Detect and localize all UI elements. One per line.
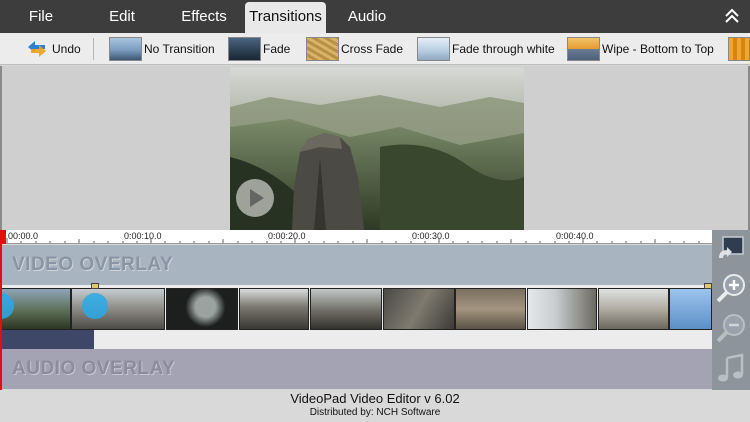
transitions-toolbar: Undo No Transition Fade Cross Fade Fade … xyxy=(0,33,750,65)
menu-edit[interactable]: Edit xyxy=(92,0,152,33)
undo-label: Undo xyxy=(52,42,81,56)
preview-frame-image xyxy=(230,67,524,230)
preview-panel xyxy=(0,66,750,230)
transition-thumbnail xyxy=(567,37,600,61)
playhead-line xyxy=(0,244,2,390)
transition-thumbnail xyxy=(109,37,142,61)
video-overlay-track[interactable]: VIDEO OVERLAY xyxy=(0,245,712,285)
transition-no-transition[interactable]: No Transition xyxy=(109,33,215,65)
menu-effects[interactable]: Effects xyxy=(170,0,238,33)
transition-thumbnail xyxy=(728,37,750,61)
audio-clip-strip[interactable] xyxy=(0,330,94,349)
video-clip[interactable] xyxy=(455,288,526,330)
toolbar-divider xyxy=(93,38,94,60)
video-clip[interactable] xyxy=(166,288,238,330)
transition-thumbnail xyxy=(417,37,450,61)
transition-label: Cross Fade xyxy=(341,42,404,56)
transition-label: Wipe - Bottom to Top xyxy=(602,42,714,56)
undo-button[interactable]: Undo xyxy=(25,33,81,65)
video-clip[interactable] xyxy=(310,288,382,330)
zoom-in-icon[interactable] xyxy=(715,272,747,304)
transition-thumbnail xyxy=(306,37,339,61)
add-to-track-icon[interactable] xyxy=(715,232,747,264)
timeline-ruler[interactable]: 00:00.0 0:00:10.0 0:00:20.0 0:00:30.0 0:… xyxy=(0,230,712,244)
music-note-icon[interactable] xyxy=(715,352,747,384)
transition-cross-fade[interactable]: Cross Fade xyxy=(306,33,403,65)
playhead-handle[interactable] xyxy=(0,230,6,244)
transition-handle[interactable] xyxy=(704,283,712,289)
transition-label: Fade through white xyxy=(452,42,555,56)
menu-bar: File Edit Effects Transitions Audio xyxy=(0,0,750,33)
undo-arrows-icon xyxy=(28,41,46,57)
audio-overlay-label: AUDIO OVERLAY xyxy=(12,358,176,379)
zoom-out-icon[interactable] xyxy=(715,312,747,344)
video-clip[interactable] xyxy=(527,288,597,330)
video-clip[interactable] xyxy=(383,288,455,330)
videopad-app: File Edit Effects Transitions Audio Undo… xyxy=(0,0,750,422)
transition-next[interactable] xyxy=(728,33,750,65)
transition-thumbnail xyxy=(228,37,261,61)
status-bar: VideoPad Video Editor v 6.02 Distributed… xyxy=(0,390,750,422)
ruler-ticks xyxy=(6,238,700,243)
transition-wipe-bottom-to-top[interactable]: Wipe - Bottom to Top xyxy=(567,33,714,65)
audio-overlay-track[interactable]: AUDIO OVERLAY xyxy=(0,349,712,389)
transition-marker-icon[interactable] xyxy=(82,293,108,319)
menu-audio[interactable]: Audio xyxy=(338,0,396,33)
timeline-side-panel xyxy=(712,230,750,390)
transition-handle[interactable] xyxy=(91,283,99,289)
video-track[interactable] xyxy=(0,283,712,349)
video-clip[interactable] xyxy=(239,288,309,330)
play-icon[interactable] xyxy=(236,179,274,217)
distributor-text: Distributed by: NCH Software xyxy=(309,407,441,418)
menu-transitions[interactable]: Transitions xyxy=(245,2,326,33)
video-clip[interactable] xyxy=(598,288,669,330)
transition-fade-through-white[interactable]: Fade through white xyxy=(417,33,555,65)
transition-fade[interactable]: Fade xyxy=(228,33,290,65)
menu-file[interactable]: File xyxy=(8,0,74,33)
video-clip[interactable] xyxy=(669,288,712,330)
transition-label: Fade xyxy=(263,42,291,56)
app-version-text: VideoPad Video Editor v 6.02 xyxy=(290,391,460,406)
preview-video[interactable] xyxy=(230,67,524,230)
double-chevron-up-icon[interactable] xyxy=(722,6,742,26)
video-overlay-label: VIDEO OVERLAY xyxy=(12,254,174,275)
transition-label: No Transition xyxy=(144,42,215,56)
